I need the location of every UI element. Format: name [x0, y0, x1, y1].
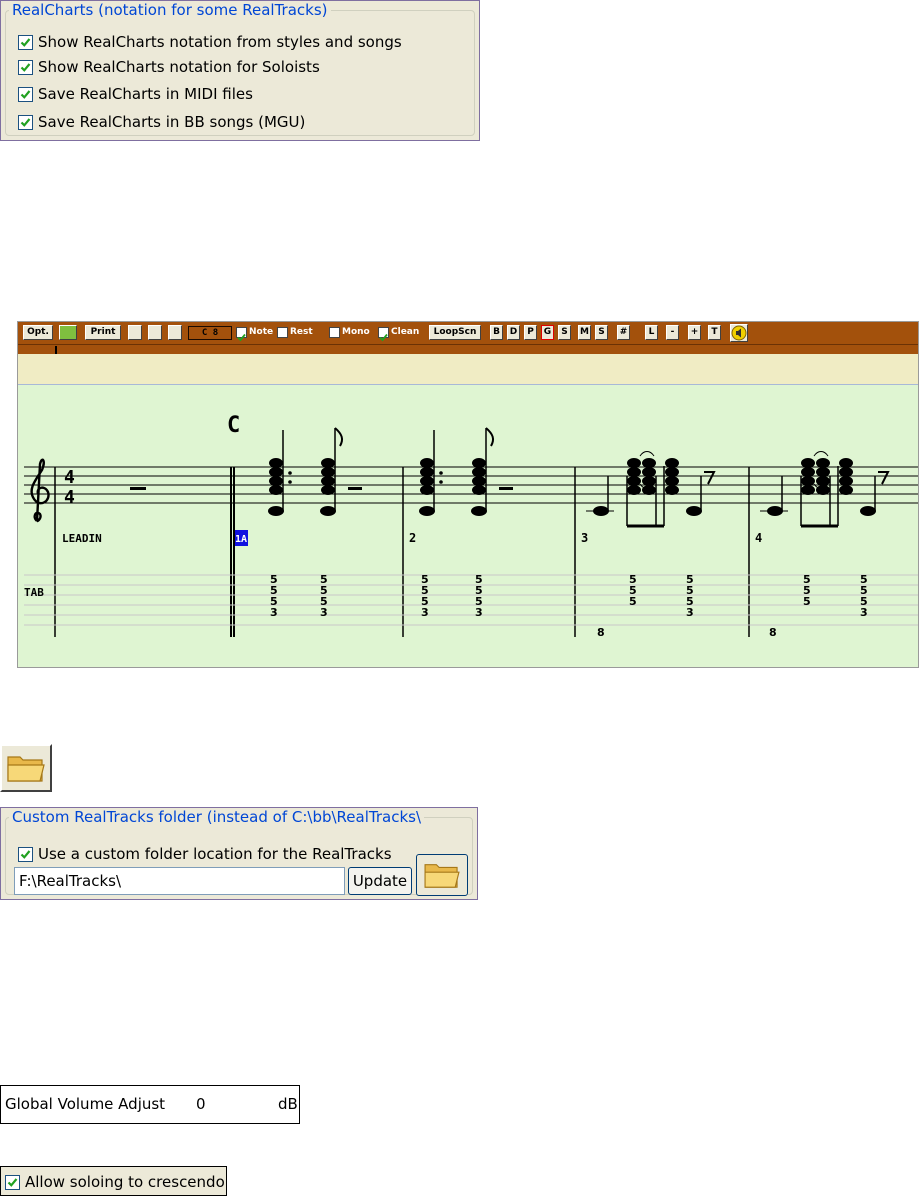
- folder-icon: [7, 756, 45, 782]
- checkbox-checked-icon[interactable]: [18, 114, 33, 130]
- global-volume-unit: dB: [278, 1095, 298, 1113]
- half-rest: [130, 487, 146, 490]
- allow-soloing-checkbox-row[interactable]: Allow soloing to crescendo: [5, 1173, 225, 1191]
- clean-label: Clean: [391, 327, 420, 337]
- tab-number-low: 8: [597, 626, 605, 639]
- bar-label-3: 3: [581, 531, 588, 545]
- option-label: Show RealCharts notation for Soloists: [38, 58, 320, 76]
- global-volume-label: Global Volume Adjust: [5, 1095, 166, 1113]
- tab-number: 3: [320, 606, 328, 619]
- save-realcharts-mgu-option[interactable]: Save RealCharts in BB songs (MGU): [18, 113, 305, 131]
- notation-toolbar: Opt. Print C 8 Note Rest Mono Clean Loop…: [18, 322, 918, 344]
- score-staff[interactable]: 4 4 C LEADIN 1A 2 3 4 TAB 5 5 5 3 5 5 5 …: [18, 384, 918, 664]
- save-realcharts-midi-option[interactable]: Save RealCharts in MIDI files: [18, 85, 253, 103]
- tab-number-low: 8: [769, 626, 777, 639]
- track-button-melody[interactable]: M: [578, 325, 591, 340]
- tab-number: 3: [860, 606, 868, 619]
- mono-label: Mono: [342, 327, 370, 337]
- update-button[interactable]: Update: [348, 867, 412, 895]
- bar3-notes: [586, 451, 716, 528]
- custom-folder-group: Custom RealTracks folder (instead of C:\…: [0, 807, 478, 900]
- print-button[interactable]: Print: [85, 325, 121, 340]
- custom-folder-path-input[interactable]: F:\RealTracks\: [14, 867, 345, 895]
- realcharts-group: RealCharts (notation for some RealTracks…: [0, 0, 480, 141]
- bar-label-2: 2: [409, 531, 416, 545]
- tab-number: 3: [475, 606, 483, 619]
- bar-label-1a: 1A: [235, 534, 247, 545]
- note-label: Note: [249, 327, 274, 337]
- track-button-sharp[interactable]: #: [617, 325, 630, 340]
- grid-staff-icon[interactable]: [148, 325, 162, 340]
- option-label: Save RealCharts in MIDI files: [38, 85, 253, 103]
- checkbox-checked-icon[interactable]: [18, 34, 33, 50]
- tab-number: 5: [629, 595, 637, 608]
- single-staff-icon[interactable]: [128, 325, 142, 340]
- track-button-piano[interactable]: P: [524, 325, 537, 340]
- time-signature-top: 4: [64, 467, 75, 488]
- notation-view-icon[interactable]: [59, 325, 77, 340]
- tab-number: 5: [803, 595, 811, 608]
- treble-clef-icon: [30, 458, 50, 523]
- lyrics-strip: [18, 354, 918, 385]
- global-volume-row: Global Volume Adjust 0 dB: [0, 1085, 300, 1124]
- tab-number: 3: [686, 606, 694, 619]
- bar4-notes: [760, 451, 890, 528]
- tab-lines: [24, 574, 918, 626]
- rest-label: Rest: [290, 327, 313, 337]
- track-button-drums[interactable]: D: [507, 325, 520, 340]
- tab-numbers-bar4: 5 5 5 5 5 5 3 8: [769, 573, 868, 639]
- allow-soloing-option[interactable]: Allow soloing to crescendo: [0, 1166, 227, 1196]
- option-label: Show RealCharts notation from styles and…: [38, 33, 402, 51]
- chord-symbol: C: [227, 413, 240, 438]
- checkbox-checked-icon[interactable]: [18, 846, 33, 862]
- folder-icon: [424, 864, 460, 888]
- folder-button[interactable]: [0, 744, 52, 792]
- checkbox-checked-icon[interactable]: [18, 59, 33, 75]
- staff-lines: [24, 466, 918, 504]
- show-realcharts-styles-option[interactable]: Show RealCharts notation from styles and…: [18, 33, 402, 51]
- display-settings-icon[interactable]: [168, 325, 182, 340]
- tab-numbers-bar3: 5 5 5 5 5 5 3 8: [597, 573, 694, 639]
- mono-checkbox[interactable]: [329, 327, 340, 338]
- tab-numbers-bar2: 5 5 5 3 5 5 5 3: [421, 573, 483, 619]
- tab-label: TAB: [24, 586, 44, 599]
- leadin-label: LEADIN: [62, 532, 102, 545]
- size-button-l[interactable]: L: [645, 325, 658, 340]
- size-button-minus[interactable]: -: [666, 325, 679, 340]
- tab-number: 3: [270, 606, 278, 619]
- allow-soloing-label: Allow soloing to crescendo: [25, 1173, 225, 1191]
- tab-numbers-bar1: 5 5 5 3 5 5 5 3: [270, 573, 328, 619]
- time-signature-bottom: 4: [64, 487, 75, 508]
- custom-folder-title: Custom RealTracks folder (instead of C:\…: [9, 808, 425, 826]
- global-volume-value[interactable]: 0: [196, 1095, 206, 1113]
- track-button-guitar[interactable]: G: [541, 325, 554, 340]
- note-checkbox[interactable]: [236, 327, 247, 342]
- track-button-strings[interactable]: S: [558, 325, 571, 340]
- checkbox-checked-icon[interactable]: [5, 1174, 20, 1190]
- show-realcharts-soloists-option[interactable]: Show RealCharts notation for Soloists: [18, 58, 320, 76]
- playback-cursor: [55, 346, 57, 354]
- size-button-plus[interactable]: +: [688, 325, 701, 340]
- notation-window: Opt. Print C 8 Note Rest Mono Clean Loop…: [17, 321, 919, 668]
- realcharts-group-title: RealCharts (notation for some RealTracks…: [9, 1, 331, 19]
- checkbox-checked-icon[interactable]: [18, 86, 33, 102]
- rest-checkbox[interactable]: [277, 327, 288, 338]
- track-button-bass[interactable]: B: [490, 325, 503, 340]
- use-custom-folder-option[interactable]: Use a custom folder location for the Rea…: [18, 845, 392, 863]
- bar-label-4: 4: [755, 531, 762, 545]
- tab-number: 3: [421, 606, 429, 619]
- size-button-t[interactable]: T: [708, 325, 721, 340]
- option-label: Use a custom folder location for the Rea…: [38, 845, 392, 863]
- opt-button[interactable]: Opt.: [23, 325, 53, 340]
- browse-folder-button[interactable]: [416, 854, 468, 896]
- speaker-icon[interactable]: [730, 324, 748, 342]
- clean-checkbox[interactable]: [378, 327, 389, 342]
- loopscn-button[interactable]: LoopScn: [429, 325, 481, 340]
- option-label: Save RealCharts in BB songs (MGU): [38, 113, 306, 131]
- key-display[interactable]: C 8: [188, 326, 232, 340]
- track-button-soloist[interactable]: S: [595, 325, 608, 340]
